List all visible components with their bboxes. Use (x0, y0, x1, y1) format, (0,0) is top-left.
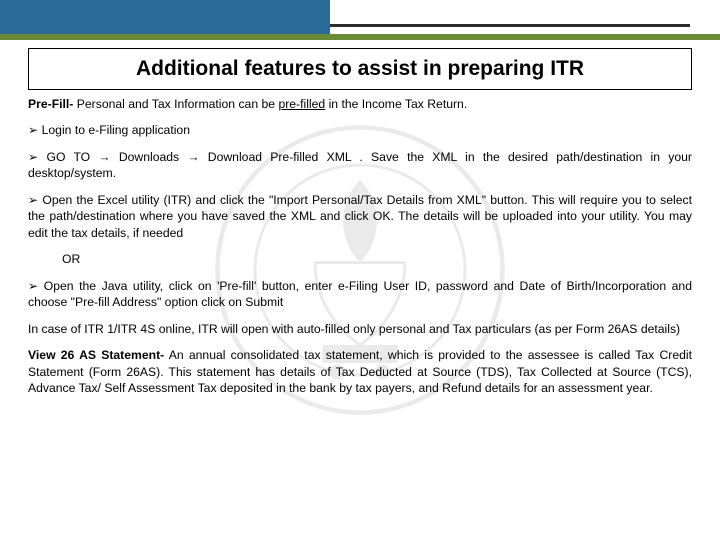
prefill-after: in the Income Tax Return. (325, 97, 467, 111)
view-26as: View 26 AS Statement- An annual consolid… (28, 347, 692, 396)
online-note: In case of ITR 1/ITR 4S online, ITR will… (28, 321, 692, 337)
view-26as-label: View 26 AS Statement- (28, 348, 164, 362)
title-box: Additional features to assist in prepari… (28, 48, 692, 90)
content-area: Pre-Fill- Personal and Tax Information c… (28, 96, 692, 530)
prefill-underlined: pre-filled (278, 97, 325, 111)
header-blue-strip (0, 0, 330, 34)
bullet-login: Login to e-Filing application (28, 122, 692, 138)
header-rule (330, 24, 690, 27)
prefill-before: Personal and Tax Information can be (73, 97, 278, 111)
bullet-excel: Open the Excel utility (ITR) and click t… (28, 192, 692, 241)
prefill-intro: Pre-Fill- Personal and Tax Information c… (28, 96, 692, 112)
prefill-label: Pre-Fill- (28, 97, 73, 111)
bullet-java: Open the Java utility, click on 'Pre-fil… (28, 278, 692, 311)
bullet-download: GO TO → Downloads → Download Pre-filled … (28, 149, 692, 182)
slide-title: Additional features to assist in prepari… (39, 57, 681, 81)
or-separator: OR (28, 251, 692, 267)
header-green-strip (0, 34, 720, 40)
